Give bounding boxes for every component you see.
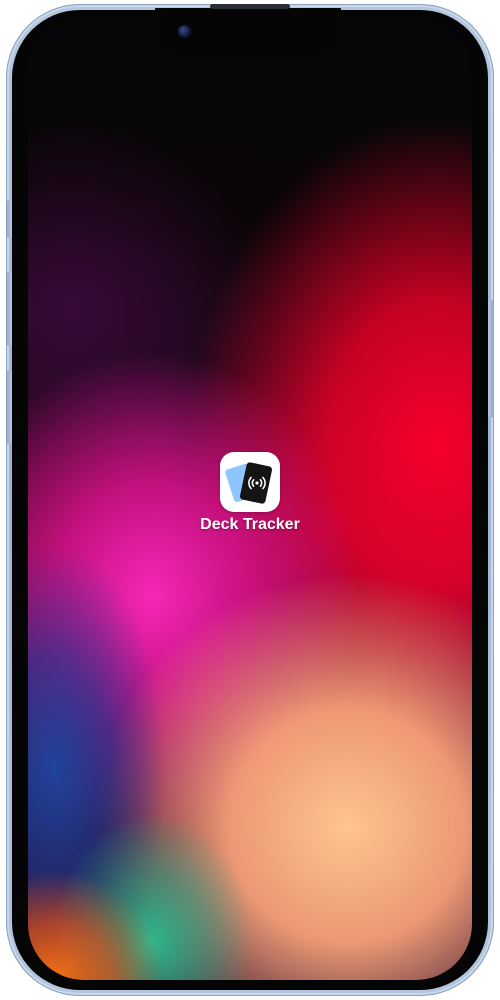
deck-tracker-icon[interactable] <box>220 452 280 512</box>
app-label[interactable]: Deck Tracker <box>190 516 310 534</box>
power-button <box>488 300 494 418</box>
app-deck-tracker[interactable]: Deck Tracker <box>190 450 310 540</box>
earpiece-speaker <box>210 4 290 9</box>
front-camera <box>178 25 191 38</box>
deck-cards-icon <box>225 462 273 504</box>
